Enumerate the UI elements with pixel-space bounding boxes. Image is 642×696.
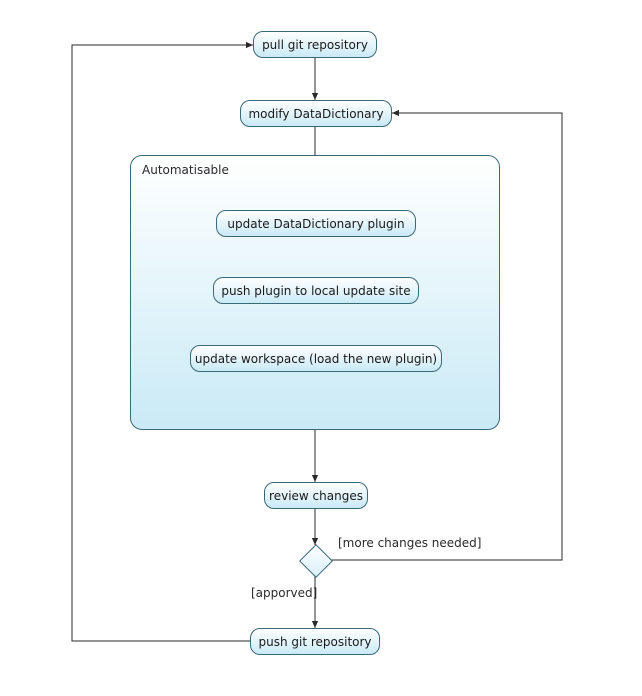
node-label: push git repository (258, 635, 371, 649)
node-label: update workspace (load the new plugin) (195, 352, 437, 366)
node-pull-git-repository: pull git repository (253, 31, 377, 58)
node-label: pull git repository (262, 38, 368, 52)
node-update-datadictionary-plugin: update DataDictionary plugin (216, 210, 416, 237)
activity-diagram: Automatisable pull git repository modify… (0, 0, 642, 696)
decision-node (299, 544, 333, 578)
node-update-workspace: update workspace (load the new plugin) (190, 345, 442, 372)
node-label: review changes (269, 489, 363, 503)
node-label: modify DataDictionary (248, 107, 383, 121)
node-label: push plugin to local update site (221, 284, 410, 298)
node-push-plugin-local-update-site: push plugin to local update site (213, 277, 419, 304)
container-label: Automatisable (142, 163, 229, 177)
decision-label-more-changes: [more changes needed] (338, 536, 481, 550)
node-review-changes: review changes (264, 482, 368, 509)
node-label: update DataDictionary plugin (227, 217, 404, 231)
decision-label-approved: [apporved] (251, 586, 317, 600)
node-modify-datadictionary: modify DataDictionary (240, 100, 392, 127)
node-push-git-repository: push git repository (250, 628, 380, 655)
